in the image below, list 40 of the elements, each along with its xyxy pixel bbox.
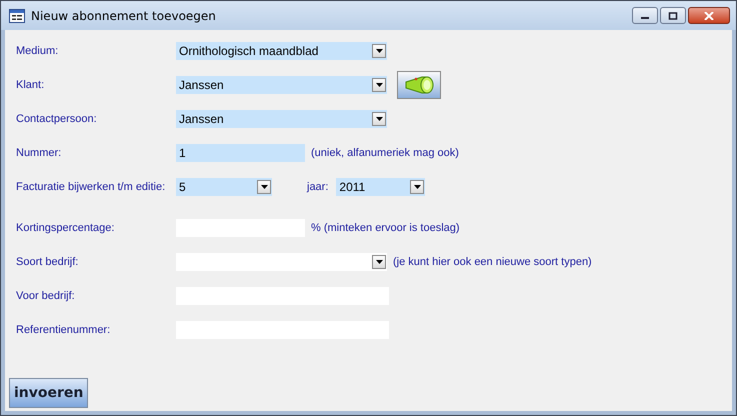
minimize-button[interactable]: [632, 7, 658, 24]
close-button[interactable]: [688, 7, 730, 24]
field-label: Contactpersoon:: [16, 113, 98, 125]
field-label: Referentienummer:: [16, 324, 112, 336]
caret-down-icon: [414, 185, 421, 189]
search-button[interactable]: [397, 71, 441, 99]
combo-box[interactable]: 5: [176, 178, 272, 196]
caret-down-icon: [376, 117, 382, 121]
dropdown-button[interactable]: [372, 78, 386, 92]
caret-down-icon: [376, 260, 382, 264]
dropdown-button[interactable]: [372, 44, 386, 58]
maximize-icon: [668, 12, 678, 20]
field-label: Klant:: [16, 79, 46, 91]
hint-text: (je kunt hier ook een nieuwe soort typen): [393, 256, 592, 268]
dropdown-button[interactable]: [372, 255, 386, 269]
input-field[interactable]: 1: [176, 144, 305, 162]
field-label: Medium:: [16, 45, 60, 57]
field-label: Nummer:: [16, 147, 62, 159]
combo-box[interactable]: Janssen: [176, 110, 387, 128]
field-label: Facturatie bijwerken t/m editie:: [16, 181, 166, 193]
combo-box[interactable]: 2011: [336, 178, 426, 196]
maximize-button[interactable]: [660, 7, 686, 24]
field-label: Voor bedrijf:: [16, 290, 76, 302]
field-label: Soort bedrijf:: [16, 256, 80, 268]
hint-text: (uniek, alfanumeriek mag ook): [311, 147, 459, 159]
combo-box[interactable]: Janssen: [176, 76, 387, 94]
hint-text: % (minteken ervoor is toeslag): [311, 222, 460, 234]
submit-button[interactable]: invoeren: [9, 378, 88, 408]
field-label: jaar:: [307, 181, 328, 193]
form-icon: [9, 8, 25, 22]
dropdown-button[interactable]: [410, 180, 424, 194]
caret-down-icon: [376, 83, 382, 87]
caret-down-icon: [376, 49, 382, 53]
caret-down-icon: [260, 185, 268, 189]
field-label: Kortingspercentage:: [16, 222, 116, 234]
combo-box[interactable]: Ornithologisch maandblad: [176, 42, 387, 60]
dropdown-button[interactable]: [372, 112, 386, 126]
close-icon: [704, 12, 714, 20]
window-title: Nieuw abonnement toevoegen: [31, 8, 216, 22]
dropdown-button[interactable]: [257, 180, 271, 194]
